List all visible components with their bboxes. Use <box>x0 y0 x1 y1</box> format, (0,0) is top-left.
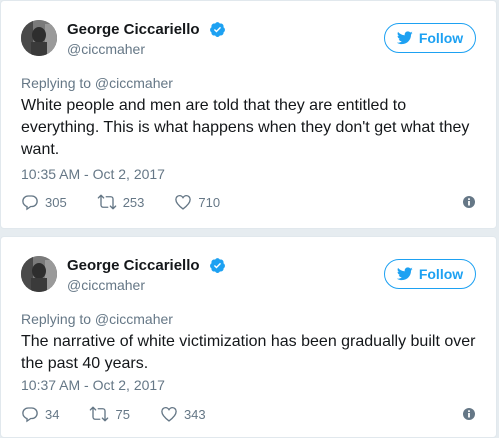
tweet-text: The narrative of white victimization has… <box>21 333 476 372</box>
retweet-action[interactable]: 75 <box>89 405 130 423</box>
tweet-card[interactable]: George Ciccariello @ciccmaher Follow Rep… <box>0 236 497 438</box>
follow-button[interactable]: Follow <box>384 23 476 53</box>
tweet-card[interactable]: George Ciccariello @ciccmaher Follow Rep… <box>0 0 497 229</box>
tweet-actions: 34 75 343 <box>21 404 476 424</box>
follow-button[interactable]: Follow <box>384 259 476 289</box>
author-display-name[interactable]: George Ciccariello <box>67 257 200 274</box>
follow-button-label: Follow <box>418 30 464 46</box>
verified-badge-icon <box>210 258 225 274</box>
like-count: 710 <box>198 194 221 210</box>
reply-count: 305 <box>45 194 67 210</box>
tweet-timestamp[interactable]: 10:37 AM - Oct 2, 2017 <box>21 377 165 393</box>
reply-icon <box>22 195 38 211</box>
author-block: George Ciccariello @ciccmaher <box>67 257 226 293</box>
reply-action[interactable]: 34 <box>21 405 59 423</box>
avatar[interactable] <box>21 256 57 292</box>
retweet-count: 253 <box>122 194 145 210</box>
reply-action[interactable]: 305 <box>21 193 67 211</box>
author-display-name[interactable]: George Ciccariello <box>67 21 200 38</box>
retweet-action[interactable]: 253 <box>97 193 145 211</box>
like-action[interactable]: 343 <box>160 405 206 423</box>
follow-button-label: Follow <box>418 266 464 282</box>
author-handle[interactable]: @ciccmaher <box>67 277 226 293</box>
retweet-count: 75 <box>115 406 130 422</box>
replying-to[interactable]: Replying to @ciccmaher <box>21 75 173 91</box>
author-block: George Ciccariello @ciccmaher <box>67 21 226 57</box>
reply-icon <box>22 407 38 423</box>
avatar[interactable] <box>21 20 57 56</box>
retweet-icon <box>90 406 109 422</box>
twitter-bird-icon <box>396 31 413 45</box>
info-icon[interactable] <box>462 195 476 209</box>
heart-icon <box>175 194 192 210</box>
like-count: 343 <box>183 406 206 422</box>
verified-badge-icon <box>210 22 225 38</box>
twitter-bird-icon <box>396 267 413 281</box>
tweet-text: White people and men are told that they … <box>21 97 470 158</box>
like-action[interactable]: 710 <box>174 193 220 211</box>
reply-count: 34 <box>45 406 60 422</box>
author-handle[interactable]: @ciccmaher <box>67 41 226 57</box>
info-icon[interactable] <box>462 407 476 421</box>
tweet-timestamp[interactable]: 10:35 AM - Oct 2, 2017 <box>21 166 165 182</box>
replying-to[interactable]: Replying to @ciccmaher <box>21 311 173 327</box>
heart-icon <box>161 406 177 422</box>
retweet-icon <box>97 194 117 210</box>
tweet-actions: 305 253 710 <box>21 192 476 212</box>
